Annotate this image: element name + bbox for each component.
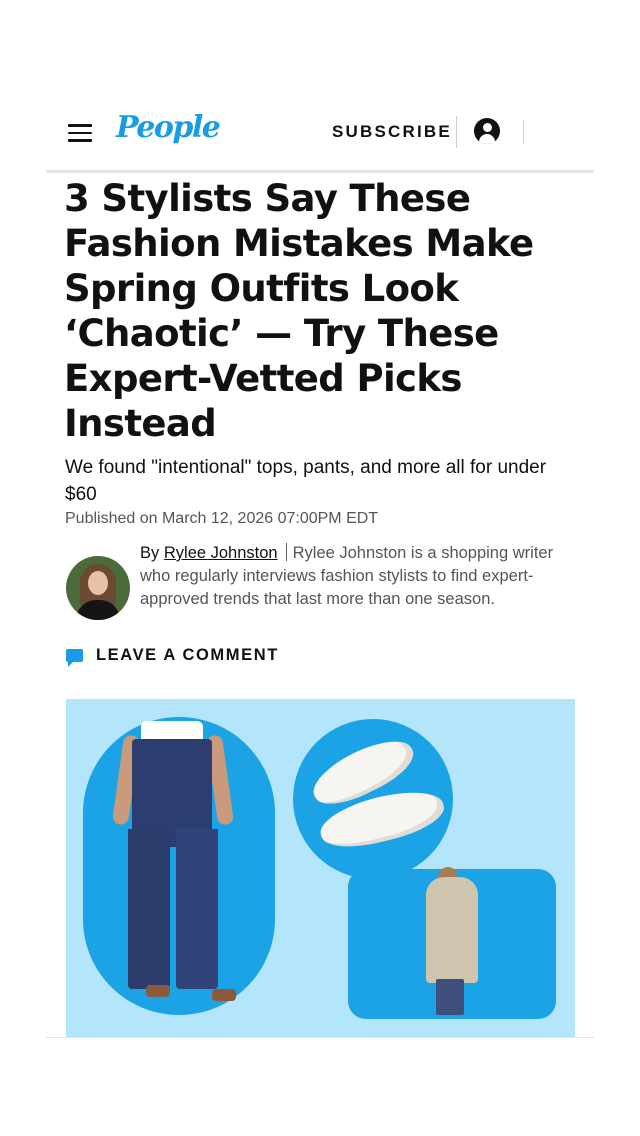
people-logo[interactable]: People	[116, 110, 221, 145]
hamburger-icon[interactable]	[68, 124, 94, 142]
account-circle-icon[interactable]	[474, 118, 500, 144]
author-link[interactable]: Rylee Johnston	[164, 544, 278, 562]
author-avatar[interactable]	[66, 556, 130, 620]
publish-date: Published on March 12, 2026 07:00PM EDT	[65, 510, 379, 527]
article-subhead: We found "intentional" tops, pants, and …	[65, 457, 547, 505]
leave-comment-label: LEAVE A COMMENT	[96, 646, 279, 664]
comment-bubble-icon	[66, 649, 83, 667]
subscribe-button[interactable]: SUBSCRIBE	[332, 122, 452, 142]
boot	[212, 989, 236, 1001]
header-separator	[46, 170, 594, 173]
article-headline: 3 Stylists Say These Fashion Mistakes Ma…	[64, 177, 534, 445]
jeans-leg	[176, 829, 218, 989]
coat-model-legs	[436, 979, 464, 1015]
header-divider	[523, 120, 524, 144]
byline-divider	[285, 543, 287, 561]
author-byline: By Rylee Johnston Rylee Johnston is a sho…	[140, 542, 580, 611]
hero-image[interactable]	[66, 699, 575, 1037]
trench-coat-image	[426, 877, 478, 983]
site-header: People SUBSCRIBE	[46, 108, 594, 156]
byline-prefix: By	[140, 544, 160, 562]
jeans-leg	[128, 829, 170, 989]
boot	[146, 985, 170, 997]
header-divider	[456, 116, 457, 148]
content-divider	[46, 1037, 594, 1038]
